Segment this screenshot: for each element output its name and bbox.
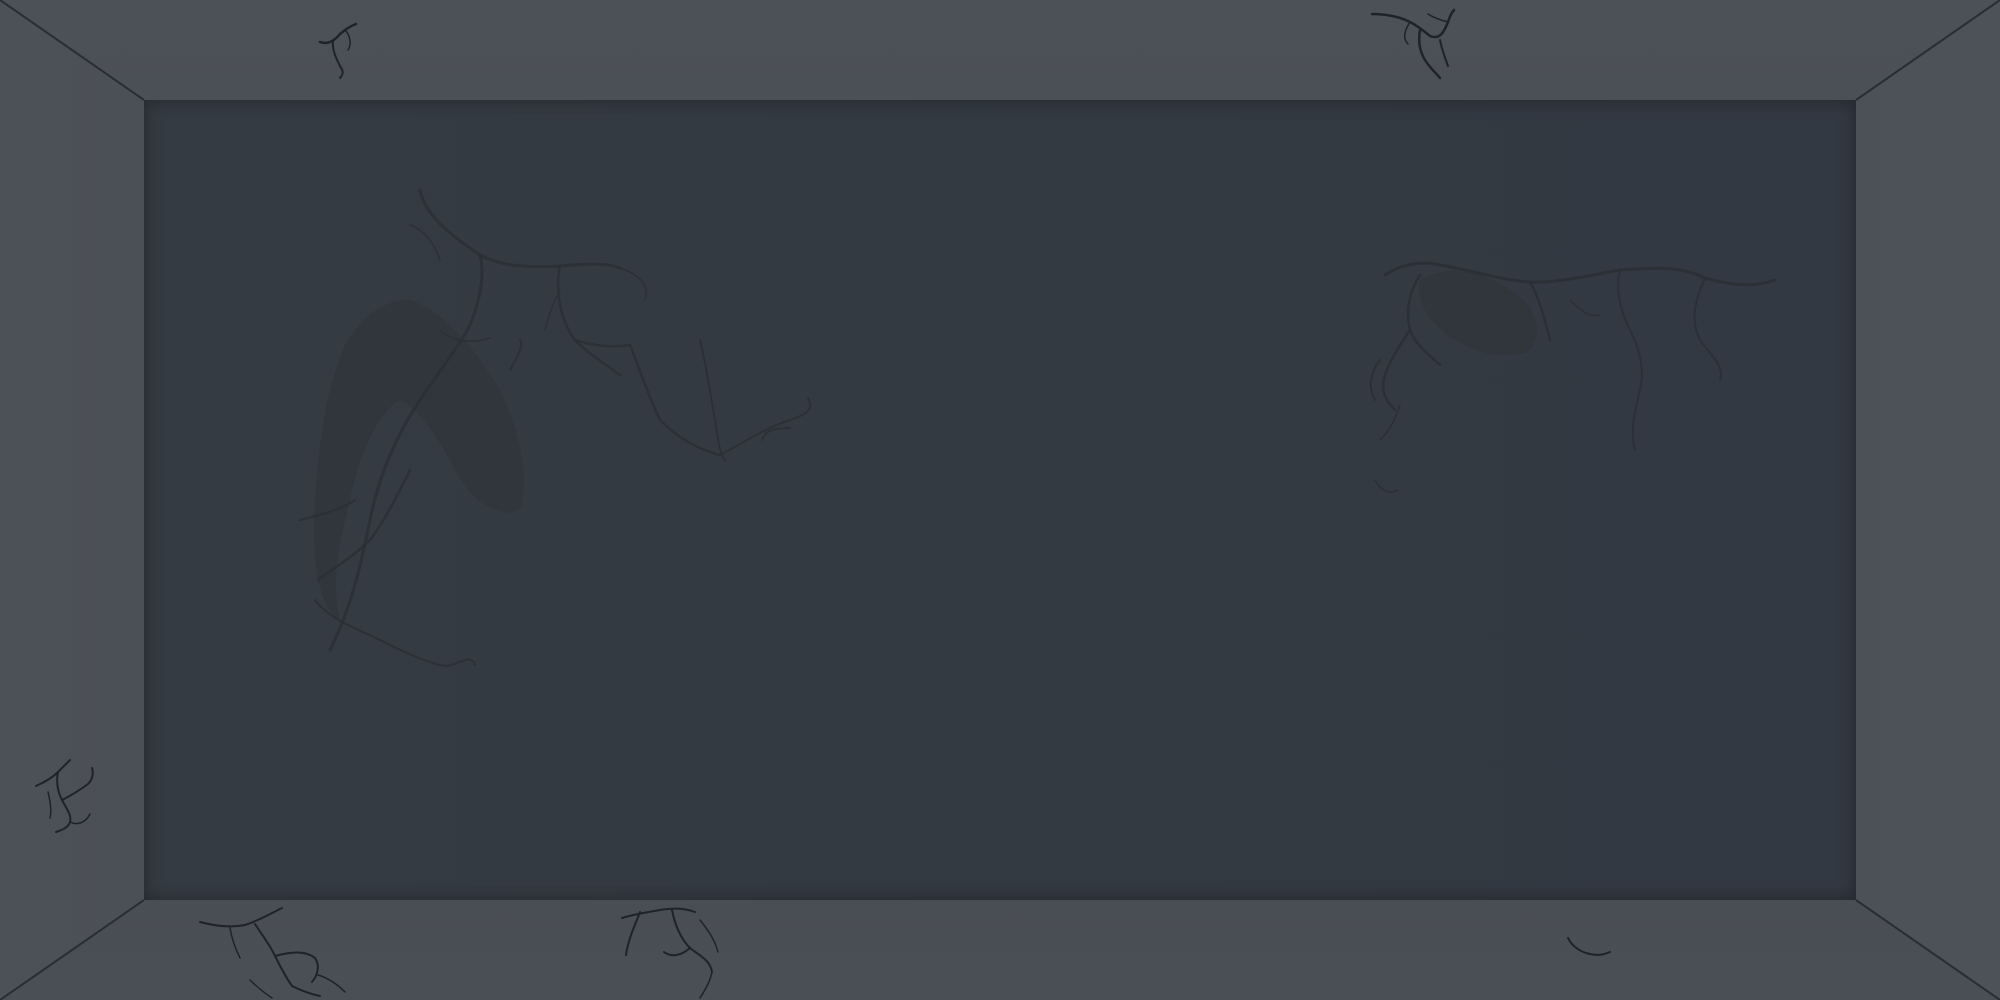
game-room xyxy=(0,0,2000,1000)
room-floor xyxy=(144,100,1856,900)
